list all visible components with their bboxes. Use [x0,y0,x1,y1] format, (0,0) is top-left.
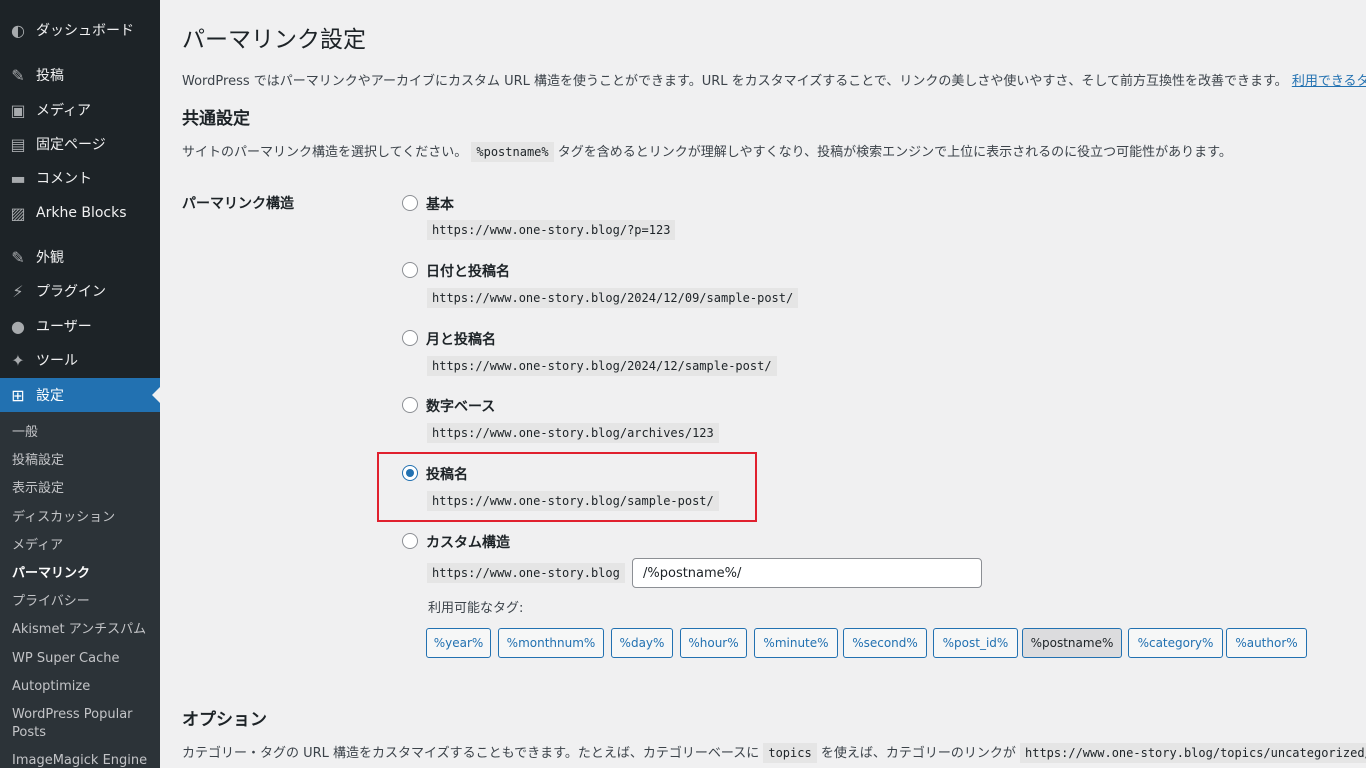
options-desc-pre: カテゴリー・タグの URL 構造をカスタマイズすることもできます。たとえば、カテ… [182,746,760,761]
comment-icon: ▬ [10,168,26,188]
example-url-post-name: https://www.one-story.blog/sample-post/ [427,491,719,511]
page-title: パーマリンク設定 [182,27,366,53]
example-url-day-name: https://www.one-story.blog/2024/12/09/sa… [427,288,799,308]
sidebar-item-label: コメント [36,171,92,187]
permalink-structure-label: パーマリンク構造 [182,196,294,212]
dashboard-icon: ◐ [11,20,25,40]
pin-icon: ✎ [11,65,25,85]
sidebar-item-arkhe-blocks[interactable]: ▨ Arkhe Blocks [0,196,160,230]
example-url-numeric: https://www.one-story.blog/archives/123 [427,423,719,443]
option-label-plain: 基本 [426,197,454,213]
sidebar-item-tools[interactable]: ✦ ツール [0,343,160,377]
tag-button-minute[interactable]: %minute% [754,628,838,658]
radio-month-name[interactable] [402,330,418,346]
category-link-code: https://www.one-story.blog/topics/uncate… [1020,743,1366,763]
common-settings-heading: 共通設定 [182,109,250,129]
tag-button-category[interactable]: %category% [1128,628,1223,658]
submenu-item-autoptimize[interactable]: Autoptimize [12,678,152,696]
tag-button-author[interactable]: %author% [1226,628,1307,658]
sidebar-item-label: 設定 [36,388,64,404]
option-label-month-name: 月と投稿名 [426,332,496,348]
tools-icon: ✦ [11,350,25,370]
option-label-post-name: 投稿名 [426,467,468,483]
tag-button-day[interactable]: %day% [611,628,673,658]
tag-button-second[interactable]: %second% [843,628,927,658]
available-tags-label: 利用可能なタグ: [428,601,524,616]
submenu-item-discussion[interactable]: ディスカッション [12,509,152,527]
sidebar-item-media[interactable]: ▣ メディア [0,93,160,127]
main-content: パーマリンク設定 WordPress ではパーマリンクやアーカイブにカスタム U… [182,0,1366,768]
submenu-item-reading[interactable]: 表示設定 [12,480,152,498]
option-label-day-name: 日付と投稿名 [426,264,510,280]
sidebar-item-posts[interactable]: ✎ 投稿 [0,58,160,92]
sidebar-item-dashboard[interactable]: ◐ ダッシュボード [0,13,160,47]
submenu-item-akismet[interactable]: Akismet アンチスパム [12,621,152,639]
plugin-icon: ⚡ [12,281,24,301]
sidebar-item-label: 固定ページ [36,137,106,153]
pages-icon: ▤ [10,134,26,154]
sidebar-item-label: 投稿 [36,68,64,84]
media-icon: ▣ [10,100,26,120]
highlight-box [377,452,757,522]
common-desc-post: タグを含めるとリンクが理解しやすくなり、投稿が検索エンジンで上位に表示されるのに… [557,145,1232,160]
example-url-plain: https://www.one-story.blog/?p=123 [427,220,676,240]
radio-plain[interactable] [402,195,418,211]
submenu-item-general[interactable]: 一般 [12,424,152,442]
admin-sidebar: ◐ ダッシュボード ✎ 投稿 ▣ メディア ▤ 固定ページ ▬ コメント ▨ A… [0,0,160,768]
intro-text: WordPress ではパーマリンクやアーカイブにカスタム URL 構造を使うこ… [182,70,1366,89]
submenu-item-media[interactable]: メディア [12,537,152,555]
tag-button-post-id[interactable]: %post_id% [933,628,1018,658]
submenu-item-wp-super-cache[interactable]: WP Super Cache [12,650,152,668]
available-tags-link[interactable]: 利用できるタグ [1292,74,1366,89]
sidebar-item-label: 外観 [36,250,64,266]
option-label-custom: カスタム構造 [426,535,510,551]
tag-button-year[interactable]: %year% [426,628,491,658]
submenu-item-writing[interactable]: 投稿設定 [12,452,152,470]
radio-numeric[interactable] [402,397,418,413]
settings-icon: ⊞ [11,385,25,405]
sidebar-item-label: メディア [36,103,92,119]
sidebar-item-label: ダッシュボード [36,23,134,39]
common-settings-desc: サイトのパーマリンク構造を選択してください。 %postname% タグを含める… [182,141,1232,162]
settings-submenu: 一般 投稿設定 表示設定 ディスカッション メディア パーマリンク プライバシー… [0,412,160,768]
topics-code: topics [763,743,817,763]
options-desc-mid: を使えば、カテゴリーのリンクが [820,746,1016,761]
radio-custom[interactable] [402,533,418,549]
sidebar-item-appearance[interactable]: ✎ 外観 [0,240,160,274]
custom-base-url: https://www.one-story.blog [427,563,625,583]
options-heading: オプション [182,710,267,730]
submenu-item-wordpress-popular-posts[interactable]: WordPress Popular Posts [12,706,152,742]
appearance-icon: ✎ [11,247,25,267]
sidebar-item-settings[interactable]: ⊞ 設定 [0,378,160,412]
example-url-month-name: https://www.one-story.blog/2024/12/sampl… [427,356,777,376]
tag-button-monthnum[interactable]: %monthnum% [498,628,604,658]
options-desc: カテゴリー・タグの URL 構造をカスタマイズすることもできます。たとえば、カテ… [182,742,1366,763]
sidebar-item-label: プラグイン [36,284,106,300]
submenu-item-privacy[interactable]: プライバシー [12,593,152,611]
sidebar-item-users[interactable]: ● ユーザー [0,309,160,343]
sidebar-item-plugins[interactable]: ⚡ プラグイン [0,274,160,308]
submenu-item-imagemagick[interactable]: ImageMagick Engine [12,752,152,768]
sidebar-item-label: ユーザー [36,319,92,335]
user-icon: ● [11,316,25,336]
custom-structure-input[interactable] [632,558,982,588]
radio-day-name[interactable] [402,262,418,278]
intro-body: WordPress ではパーマリンクやアーカイブにカスタム URL 構造を使うこ… [182,74,1288,89]
tag-button-hour[interactable]: %hour% [680,628,747,658]
submenu-item-permalink[interactable]: パーマリンク [12,565,152,583]
postname-code: %postname% [471,142,554,162]
blocks-icon: ▨ [10,203,26,223]
sidebar-item-comments[interactable]: ▬ コメント [0,161,160,195]
option-label-numeric: 数字ベース [426,399,496,415]
sidebar-item-label: Arkhe Blocks [36,205,127,221]
sidebar-item-label: ツール [36,353,78,369]
common-desc-pre: サイトのパーマリンク構造を選択してください。 [182,145,468,160]
radio-post-name[interactable] [402,465,418,481]
tag-button-postname[interactable]: %postname% [1022,628,1122,658]
sidebar-item-pages[interactable]: ▤ 固定ページ [0,127,160,161]
